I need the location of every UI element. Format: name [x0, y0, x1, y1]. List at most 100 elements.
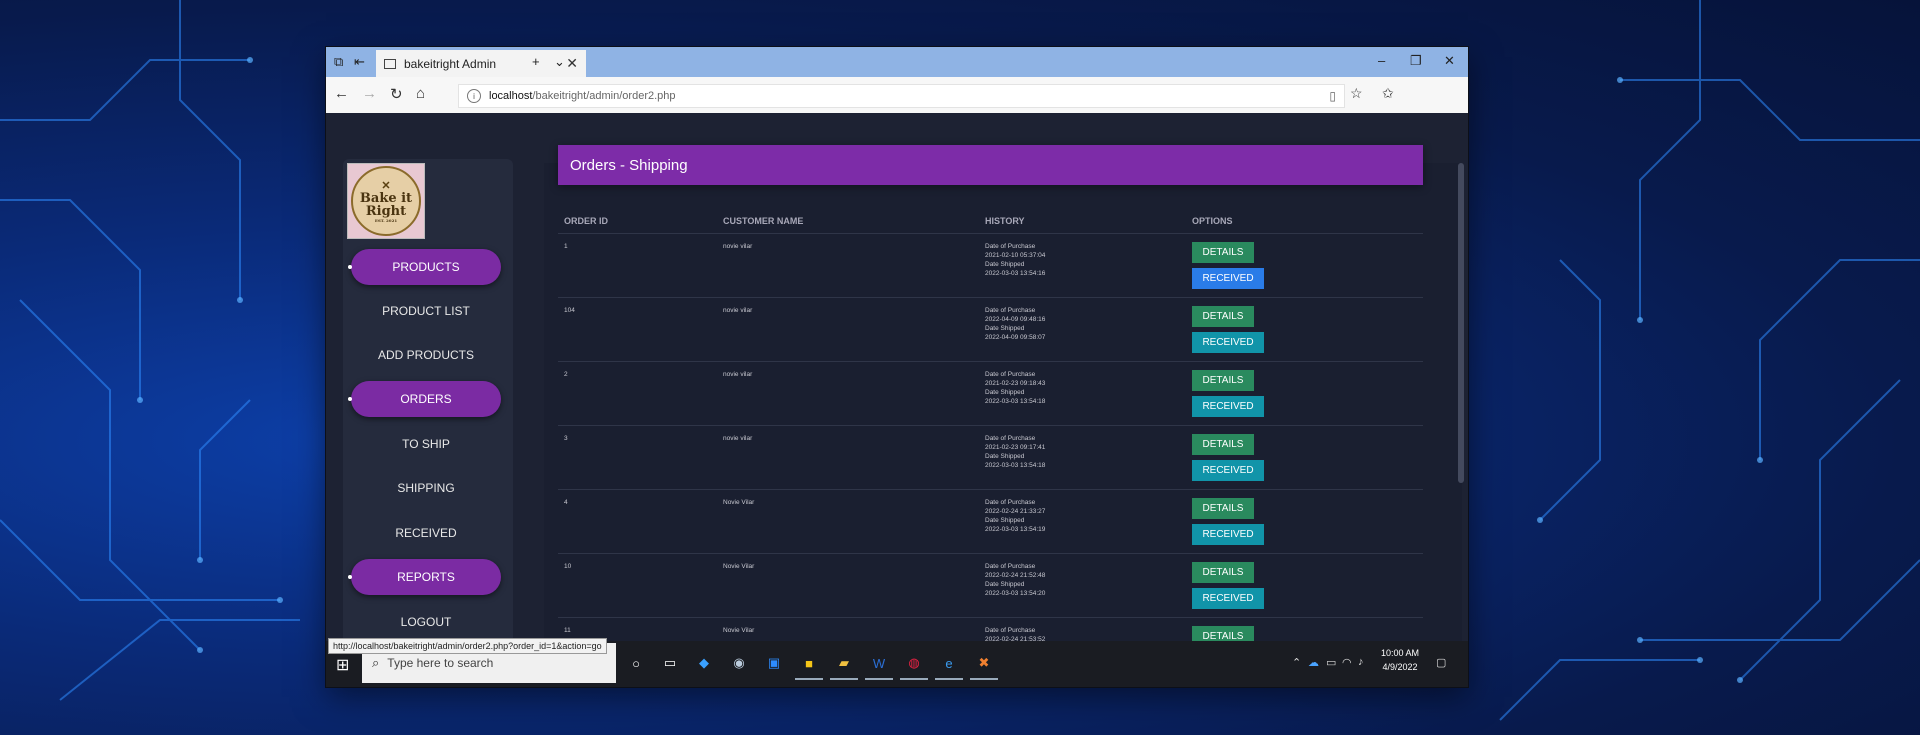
options-cell: DETAILS RECEIVED [1186, 425, 1423, 490]
order-id-cell: 3 [558, 425, 717, 490]
received-button[interactable]: RECEIVED [1192, 460, 1264, 481]
favorite-star-icon[interactable]: ☆ [1350, 85, 1363, 102]
order-id-cell: 104 [558, 297, 717, 362]
details-button[interactable]: DETAILS [1192, 498, 1254, 519]
back-arrow-icon[interactable]: ← [334, 85, 349, 102]
chrome-icon[interactable]: ◍ [900, 653, 928, 680]
sidebar-item-received[interactable]: RECEIVED [351, 515, 501, 551]
history-shipped-date: 2022-03-03 13:54:18 [985, 398, 1046, 405]
order-id-cell: 1 [558, 233, 717, 298]
history-shipped-label: Date Shipped [985, 325, 1025, 332]
received-button[interactable]: RECEIVED [1192, 588, 1264, 609]
site-info-icon[interactable]: i [467, 89, 481, 103]
details-button[interactable]: DETAILS [1192, 242, 1254, 263]
received-button[interactable]: RECEIVED [1192, 332, 1264, 353]
sidebar-item-product-list[interactable]: PRODUCT LIST [351, 293, 501, 329]
reading-view-icon[interactable]: ▯ [1329, 89, 1336, 103]
history-purchase-date: 2022-02-24 21:33:27 [985, 508, 1046, 515]
table-row: 4 Novie Vilar Date of Purchase 2022-02-24 2… [558, 489, 1423, 554]
history-cell: Date of Purchase2022-02-24 21:53:52Date … [979, 617, 1186, 641]
column-header-customer-name: CUSTOMER NAME [717, 209, 979, 234]
cortana-icon[interactable]: ○ [626, 653, 646, 673]
task-view-icon[interactable]: ▭ [660, 653, 680, 673]
admin-page: ✕ Bake it Right EST. 2021 PRODUCTS PRODU… [326, 113, 1468, 641]
xampp-icon[interactable]: ✖ [970, 653, 998, 680]
history-shipped-date: 2022-03-03 13:54:16 [985, 270, 1046, 277]
history-cell: Date of Purchase 2021-02-10 05:37:04 Date … [979, 233, 1186, 298]
order-id-cell: 4 [558, 489, 717, 554]
address-field[interactable]: i localhost/bakeitright/admin/order2.php… [458, 84, 1345, 108]
restore-icon[interactable]: ❐ [1410, 53, 1422, 69]
page-scrollbar[interactable] [1458, 163, 1464, 483]
sidebar-item-orders[interactable]: ORDERS [348, 381, 501, 417]
system-clock[interactable]: 10:00 AM 4/9/2022 [1381, 646, 1419, 674]
tab-actions-icon[interactable]: ⧉ [334, 54, 343, 70]
url-path: /bakeitright/admin/order2.php [532, 90, 676, 102]
sticky-notes-icon[interactable]: ■ [795, 653, 823, 680]
notifications-icon[interactable]: ▢ [1436, 656, 1446, 669]
windows-start-icon[interactable]: ⊞ [336, 655, 349, 675]
refresh-icon[interactable]: ↻ [390, 85, 403, 103]
wifi-icon[interactable]: ◠ [1342, 656, 1352, 669]
table-row: 10 Novie Vilar Date of Purchase 2022-02-24 … [558, 553, 1423, 618]
volume-icon[interactable]: ♪ [1358, 656, 1364, 668]
close-window-icon[interactable]: ✕ [1444, 53, 1455, 69]
tab-list-chevron-icon[interactable]: ⌄ [554, 54, 565, 70]
received-button[interactable]: RECEIVED [1192, 268, 1264, 289]
sidebar-item-logout[interactable]: LOGOUT [351, 604, 501, 640]
options-cell: DETAILS RECEIVED [1186, 361, 1423, 426]
received-button[interactable]: RECEIVED [1192, 396, 1264, 417]
new-tab-icon[interactable]: + [532, 54, 540, 69]
history-purchase-label: Date of Purchase [985, 627, 1036, 634]
forward-arrow-icon[interactable]: → [362, 85, 377, 102]
table-row: 11 Novie Vilar Date of Purchase 2022-02-24 … [558, 617, 1423, 641]
sidebar-item-to-ship[interactable]: TO SHIP [351, 426, 501, 462]
options-cell: DETAILS RECEIVED [1186, 489, 1423, 554]
details-button[interactable]: DETAILS [1192, 626, 1254, 641]
customer-name-cell: Novie Vilar [717, 553, 979, 618]
column-header-order-id: ORDER ID [558, 209, 717, 234]
history-cell: Date of Purchase 2021-02-23 09:17:41 Date … [979, 425, 1186, 490]
details-button[interactable]: DETAILS [1192, 562, 1254, 583]
video-app-icon[interactable]: ▣ [764, 653, 784, 673]
history-purchase-label: Date of Purchase [985, 499, 1036, 506]
onedrive-icon[interactable]: ☁ [1308, 656, 1319, 669]
close-tab-icon[interactable]: ✕ [566, 55, 578, 72]
order-id-cell: 10 [558, 553, 717, 618]
history-purchase-label: Date of Purchase [985, 243, 1036, 250]
table-row: 3 novie vilar Date of Purchase 2021-02-23 0… [558, 425, 1423, 490]
browser-titlebar: ⧉ ⇤ bakeitright Admin ✕ + ⌄ – ❐ ✕ [326, 47, 1468, 77]
tab-title: bakeitright Admin [404, 56, 497, 71]
sidebar-item-products[interactable]: PRODUCTS [348, 249, 501, 285]
details-button[interactable]: DETAILS [1192, 434, 1254, 455]
received-button[interactable]: RECEIVED [1192, 524, 1264, 545]
details-button[interactable]: DETAILS [1192, 306, 1254, 327]
file-explorer-icon[interactable]: ▰ [830, 653, 858, 680]
tray-chevron-icon[interactable]: ⌃ [1292, 656, 1301, 669]
zoom-icon[interactable]: ◉ [729, 653, 749, 673]
home-icon[interactable]: ⌂ [416, 85, 425, 102]
vscode-icon[interactable]: ◆ [694, 653, 714, 673]
history-shipped-date: 2022-03-03 13:54:18 [985, 462, 1046, 469]
options-cell: DETAILS RECEIVED [1186, 297, 1423, 362]
edge-icon[interactable]: e [935, 653, 963, 680]
table-header-row: ORDER ID CUSTOMER NAME HISTORY OPTIONS [558, 209, 1423, 234]
history-shipped-label: Date Shipped [985, 261, 1025, 268]
set-aside-tabs-icon[interactable]: ⇤ [354, 54, 365, 70]
sidebar-item-shipping[interactable]: SHIPPING [351, 470, 501, 506]
battery-icon[interactable]: ▭ [1326, 656, 1336, 669]
order-id-cell: 2 [558, 361, 717, 426]
sidebar-item-reports[interactable]: REPORTS [348, 559, 501, 595]
sidebar-item-add-products[interactable]: ADD PRODUCTS [351, 337, 501, 373]
clock-date: 4/9/2022 [1382, 662, 1418, 672]
favorites-hub-icon[interactable]: ✩ [1382, 85, 1394, 102]
history-shipped-label: Date Shipped [985, 581, 1025, 588]
utensils-icon: ✕ [381, 178, 391, 192]
details-button[interactable]: DETAILS [1192, 370, 1254, 391]
history-cell: Date of Purchase 2021-02-23 09:18:43 Date … [979, 361, 1186, 426]
clock-time: 10:00 AM [1381, 648, 1420, 658]
word-icon[interactable]: W [865, 653, 893, 680]
history-cell: Date of Purchase 2022-02-24 21:52:48 Date … [979, 553, 1186, 618]
minimize-icon[interactable]: – [1378, 53, 1385, 68]
status-bar-url: http://localhost/bakeitright/admin/order… [328, 638, 607, 654]
